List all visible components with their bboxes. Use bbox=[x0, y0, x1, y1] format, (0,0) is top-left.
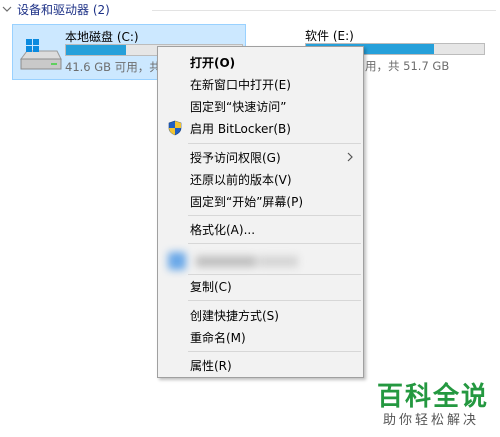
blurred-menu-item bbox=[168, 252, 298, 270]
menu-item-bitlocker[interactable]: 启用 BitLocker(B) bbox=[158, 118, 363, 138]
menu-item-label: 属性(R) bbox=[190, 358, 232, 373]
menu-item-label: 在新窗口中打开(E) bbox=[190, 77, 291, 92]
windows-drive-icon bbox=[20, 39, 62, 70]
menu-item-label: 授予访问权限(G) bbox=[190, 150, 281, 165]
menu-item-pin-quick-access[interactable]: 固定到“快速访问” bbox=[158, 96, 363, 116]
drive-name: 本地磁盘 (C:) bbox=[65, 30, 139, 44]
group-header-devices[interactable]: 设备和驱动器 (2) bbox=[0, 0, 110, 18]
drive-free-space: 41.6 GB 可用，共 bbox=[65, 60, 161, 74]
menu-item-label: 固定到“开始”屏幕(P) bbox=[190, 194, 304, 209]
menu-item-pin-start[interactable]: 固定到“开始”屏幕(P) bbox=[158, 191, 363, 211]
menu-item-properties[interactable]: 属性(R) bbox=[158, 355, 363, 375]
menu-item-create-shortcut[interactable]: 创建快捷方式(S) bbox=[158, 305, 363, 325]
group-title: 设备和驱动器 (2) bbox=[17, 2, 110, 17]
drive-name: 软件 (E:) bbox=[305, 29, 354, 43]
chevron-right-icon bbox=[347, 152, 353, 162]
menu-item-rename[interactable]: 重命名(M) bbox=[158, 327, 363, 347]
chevron-down-icon bbox=[2, 6, 12, 12]
menu-separator bbox=[188, 274, 361, 275]
menu-item-open[interactable]: 打开(O) bbox=[158, 52, 363, 72]
context-menu: 打开(O) 在新窗口中打开(E) 固定到“快速访问” 启用 BitLocker(… bbox=[157, 46, 364, 378]
menu-item-grant-access[interactable]: 授予访问权限(G) bbox=[158, 147, 363, 167]
watermark-logo: 百科全说 bbox=[377, 382, 490, 412]
menu-item-copy[interactable]: 复制(C) bbox=[158, 276, 363, 296]
menu-item-open-new-window[interactable]: 在新窗口中打开(E) bbox=[158, 74, 363, 94]
menu-separator bbox=[188, 351, 361, 352]
menu-item-label: 启用 BitLocker(B) bbox=[190, 121, 291, 136]
drive-free-space: 用，共 51.7 GB bbox=[365, 59, 450, 73]
menu-item-label: 重命名(M) bbox=[190, 330, 246, 345]
menu-separator bbox=[188, 300, 361, 301]
drive-usage-fill bbox=[66, 45, 126, 55]
menu-separator bbox=[188, 143, 361, 144]
menu-item-restore-versions[interactable]: 还原以前的版本(V) bbox=[158, 169, 363, 189]
uac-shield-icon bbox=[168, 120, 182, 136]
menu-item-label: 创建快捷方式(S) bbox=[190, 308, 279, 323]
watermark-subtitle: 助你轻松解决 bbox=[383, 413, 480, 428]
menu-separator bbox=[188, 215, 361, 216]
menu-item-label: 复制(C) bbox=[190, 279, 232, 294]
menu-item-label: 格式化(A)... bbox=[190, 222, 256, 237]
menu-item-label: 固定到“快速访问” bbox=[190, 99, 287, 114]
menu-item-format[interactable]: 格式化(A)... bbox=[158, 219, 363, 239]
menu-item-label: 还原以前的版本(V) bbox=[190, 172, 292, 187]
group-divider bbox=[152, 10, 496, 11]
menu-separator bbox=[188, 243, 361, 244]
menu-item-label: 打开(O) bbox=[190, 55, 236, 70]
